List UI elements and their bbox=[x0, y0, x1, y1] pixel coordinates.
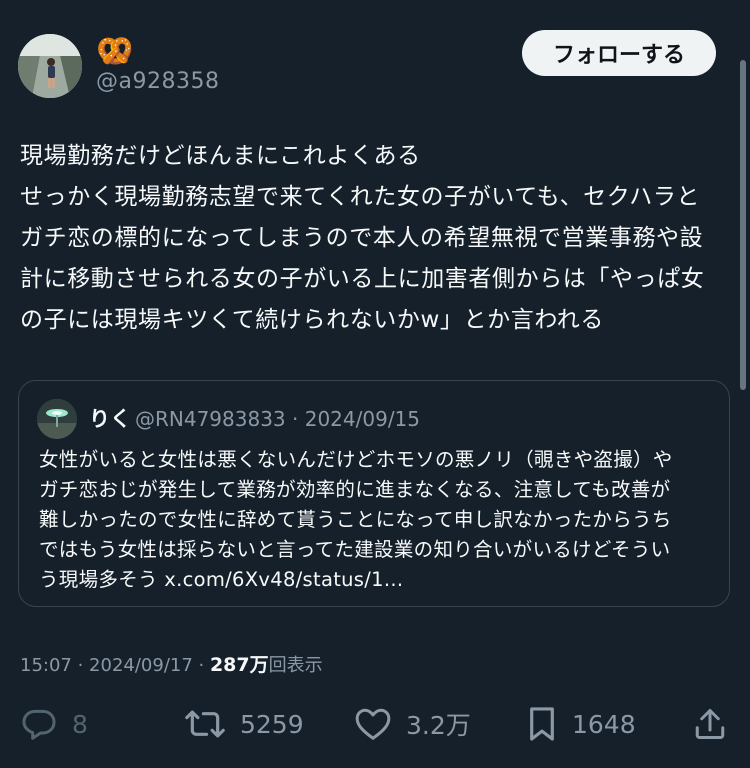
tweet-timestamp-row: 15:07 · 2024/09/17 · 287万回表示 bbox=[20, 652, 323, 679]
tweet-text-line: 計に移動させられる女の子がいる上に加害者側からは「やっぱ女 bbox=[20, 266, 705, 292]
retweet-button[interactable]: 5259 bbox=[184, 700, 304, 748]
tweet-text: 現場勤務だけどほんまにこれよくある せっかく現場勤務志望で来てくれた女の子がいて… bbox=[20, 136, 726, 341]
reply-count: 8 bbox=[72, 709, 88, 739]
author-handle[interactable]: @a928358 bbox=[96, 68, 219, 96]
retweet-icon bbox=[185, 710, 225, 738]
like-count: 3.2万 bbox=[406, 711, 471, 740]
tweet-text-line: の子には現場キツくて続けられないかw」とか言われる bbox=[20, 307, 604, 333]
bookmark-icon bbox=[530, 707, 554, 741]
heart-icon bbox=[355, 708, 391, 740]
quoted-text-line: 女性がいると女性は悪くないんだけどホモソの悪ノリ（覗きや盗撮）や bbox=[39, 448, 673, 471]
quoted-author-name[interactable]: りく bbox=[89, 405, 131, 433]
quoted-author-avatar[interactable] bbox=[37, 399, 77, 439]
share-button[interactable] bbox=[692, 700, 728, 748]
author-display-name[interactable]: 🥨 bbox=[96, 36, 133, 68]
tweet-detail-page: 🥨 @a928358 フォローする 現場勤務だけどほんまにこれよくある せっかく… bbox=[0, 0, 750, 768]
views-count: 287万 bbox=[209, 654, 269, 676]
quoted-text-line: ではもう女性は採らないと言ってた建設業の知り合いがいるけどそうい bbox=[39, 538, 671, 561]
quoted-text-line: ガチ恋おじが発生して業務が効率的に進まなくなる、注意しても改善が bbox=[39, 478, 671, 501]
share-icon bbox=[695, 709, 725, 739]
tweet-text-line: ガチ恋の標的になってしまうので本人の希望無視で営業事務や設 bbox=[20, 225, 704, 251]
views-label: 回表示 bbox=[268, 655, 323, 676]
tweet-time-date[interactable]: 15:07 · 2024/09/17 · bbox=[20, 655, 210, 676]
avatar-photo bbox=[18, 34, 82, 98]
quoted-author-meta: @RN47983833 · 2024/09/15 bbox=[135, 407, 420, 431]
author-avatar[interactable] bbox=[18, 34, 82, 98]
reply-button[interactable]: 8 bbox=[20, 700, 88, 748]
reply-icon bbox=[22, 709, 56, 740]
retweet-count: 5259 bbox=[240, 709, 304, 739]
quoted-text-line: う現場多そう x.com/6Xv48/status/1... bbox=[39, 568, 404, 591]
quoted-text-line: 難しかったので女性に辞めて貰うことになって申し訳なかったからうち bbox=[39, 508, 672, 531]
scrollbar-thumb[interactable] bbox=[740, 60, 746, 390]
like-button[interactable]: 3.2万 bbox=[354, 700, 471, 748]
tweet-text-line: 現場勤務だけどほんまにこれよくある bbox=[20, 143, 421, 169]
quoted-avatar-image bbox=[37, 399, 77, 439]
quoted-tweet-text: 女性がいると女性は悪くないんだけどホモソの悪ノリ（覗きや盗撮）や ガチ恋おじが発… bbox=[39, 445, 719, 595]
bookmark-button[interactable]: 1648 bbox=[526, 700, 636, 748]
tweet-text-line: せっかく現場勤務志望で来てくれた女の子がいても、セクハラと bbox=[20, 184, 701, 210]
quoted-tweet-card[interactable]: りく @RN47983833 · 2024/09/15 女性がいると女性は悪くな… bbox=[18, 380, 730, 607]
bookmark-count: 1648 bbox=[572, 709, 636, 739]
follow-button[interactable]: フォローする bbox=[522, 30, 716, 76]
